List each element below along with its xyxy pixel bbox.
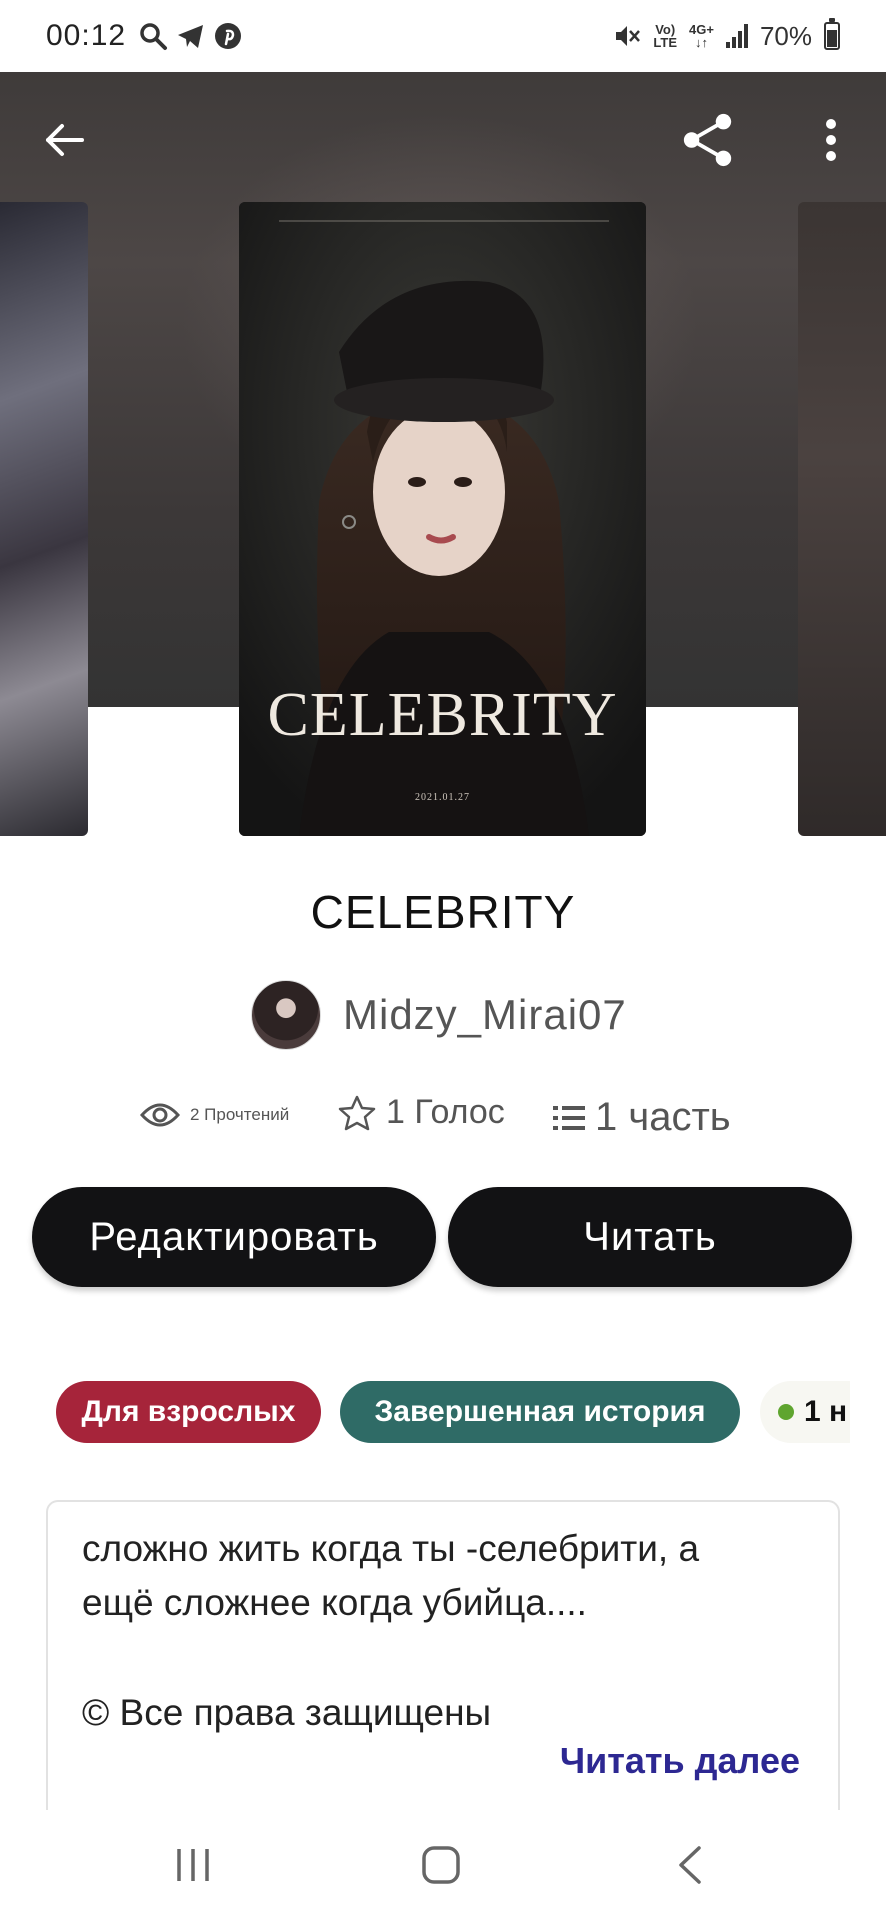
telegram-icon <box>178 25 204 48</box>
status-time: 00:12 <box>46 19 127 52</box>
copyright-text: © Все права защищены <box>82 1692 492 1733</box>
avatar <box>251 980 321 1050</box>
green-dot-icon <box>778 1404 794 1420</box>
author-link[interactable]: Midzy_Mirai07 <box>251 980 627 1050</box>
data-type-indicator: 4G+ ↓↑ <box>689 22 714 50</box>
back-nav-button[interactable] <box>660 1840 720 1890</box>
more-vertical-icon <box>826 119 836 161</box>
parts-tag-label: 1 н <box>804 1395 848 1428</box>
complete-tag[interactable]: Завершенная история <box>340 1381 740 1443</box>
next-story-cover[interactable] <box>798 202 886 836</box>
description-box: сложно жить когда ты -селебрити, а ещё с… <box>46 1500 840 1810</box>
recent-apps-button[interactable] <box>163 1840 223 1890</box>
recent-apps-icon <box>177 1849 209 1881</box>
share-button[interactable] <box>680 112 736 168</box>
battery-icon <box>824 18 840 50</box>
status-right: Vo) LTE 4G+ ↓↑ 70% <box>613 18 840 52</box>
parts-stat: 1 часть <box>553 1095 731 1140</box>
read-more-link[interactable]: Читать далее <box>560 1740 800 1782</box>
status-left-icons <box>138 21 242 51</box>
search-icon <box>140 23 168 50</box>
edit-button[interactable]: Редактировать <box>32 1187 436 1287</box>
eye-icon <box>140 1103 180 1127</box>
signal-icon <box>725 24 748 48</box>
parts-tag[interactable]: 1 н <box>760 1381 850 1443</box>
home-button[interactable] <box>411 1840 471 1890</box>
system-nav-bar <box>0 1810 886 1920</box>
battery-percent: 70% <box>759 20 812 51</box>
reads-count: 2 Прочтений <box>190 1105 290 1124</box>
author-name: Midzy_Mirai07 <box>343 991 627 1038</box>
votes-count: 1 Голос <box>386 1093 505 1131</box>
arrow-left-icon <box>46 124 84 156</box>
share-icon <box>683 113 732 167</box>
parts-count: 1 часть <box>595 1095 731 1139</box>
more-options-button[interactable] <box>803 112 859 168</box>
story-cover[interactable]: CELEBRITY 2021.01.27 <box>239 202 646 836</box>
home-icon <box>422 1846 460 1884</box>
story-title: CELEBRITY <box>310 886 576 938</box>
status-bar: 00:12 Vo) LTE 4G+ ↓↑ 70% <box>0 0 886 72</box>
list-icon <box>553 1105 585 1130</box>
back-chevron-icon <box>679 1846 701 1884</box>
back-button[interactable] <box>36 112 92 168</box>
read-button[interactable]: Читать <box>448 1187 852 1287</box>
pinterest-icon <box>215 23 242 49</box>
previous-story-cover[interactable] <box>0 202 88 836</box>
description-line-1: сложно жить когда ты -селебрити, а <box>82 1528 700 1569</box>
reads-stat: 2 Прочтений <box>140 1101 289 1129</box>
story-stats: 2 Прочтений 1 Голос 1 часть <box>0 1093 886 1143</box>
description-line-2: ещё сложнее когда убийца.... <box>82 1582 587 1623</box>
star-icon <box>338 1095 376 1130</box>
volte-indicator: Vo) LTE <box>653 22 678 50</box>
mature-tag[interactable]: Для взрослых <box>56 1381 321 1443</box>
cover-title-text: CELEBRITY <box>267 681 618 749</box>
votes-stat: 1 Голос <box>338 1093 505 1132</box>
cover-date-text: 2021.01.27 <box>415 792 470 803</box>
mute-icon <box>616 26 641 46</box>
